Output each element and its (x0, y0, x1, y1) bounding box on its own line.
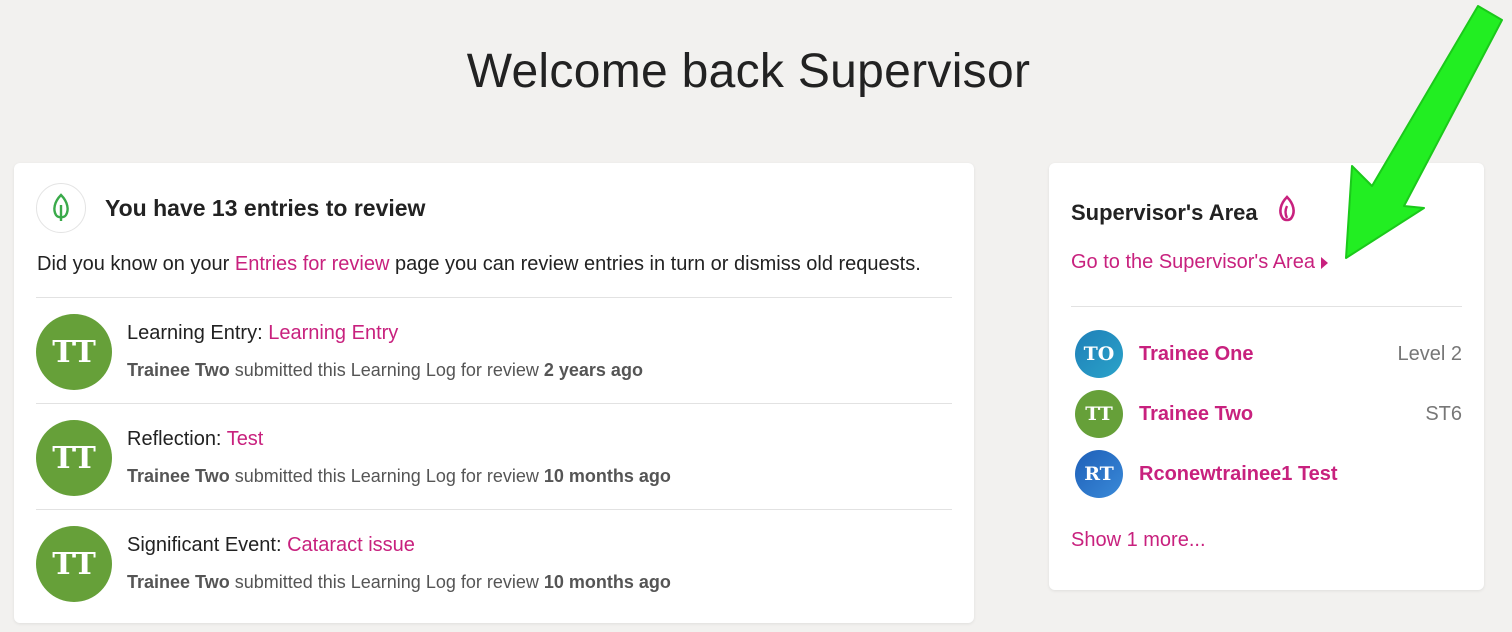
entry-meta: Trainee Two submitted this Learning Log … (127, 360, 643, 381)
hint-suffix: page you can review entries in turn or d… (389, 253, 921, 275)
entry-verb: submitted this Learning Log for review (229, 466, 544, 486)
avatar: TO (1075, 330, 1123, 378)
avatar: TT (36, 314, 112, 390)
trainee-row[interactable]: TT Trainee Two ST6 (1075, 390, 1462, 438)
supervisor-area-title: Supervisor's Area (1071, 199, 1258, 225)
entry-link[interactable]: Cataract issue (287, 534, 415, 556)
review-header: You have 13 entries to review (36, 183, 425, 233)
avatar: TT (36, 420, 112, 496)
divider (36, 403, 952, 404)
review-card: You have 13 entries to review Did you kn… (14, 163, 974, 623)
entry-type: Significant Event: (127, 534, 288, 556)
flame-icon (1276, 195, 1298, 230)
entry-author: Trainee Two (127, 466, 230, 486)
review-entry: TT Learning Entry: Learning Entry Traine… (36, 314, 952, 420)
entry-time: 10 months ago (543, 572, 671, 592)
entries-for-review-link[interactable]: Entries for review (235, 253, 390, 275)
divider (1071, 306, 1462, 307)
review-entry: TT Reflection: Test Trainee Two submitte… (36, 420, 952, 526)
review-heading: You have 13 entries to review (105, 194, 426, 221)
entry-verb: submitted this Learning Log for review (229, 360, 544, 380)
trainee-name[interactable]: Trainee Two (1139, 403, 1425, 426)
trainee-level: Level 2 (1397, 342, 1463, 365)
supervisor-area-card: Supervisor's Area Go to the Supervisor's… (1049, 163, 1484, 590)
review-hint: Did you know on your Entries for review … (37, 253, 921, 276)
trainee-name[interactable]: Trainee One (1139, 343, 1398, 366)
caret-right-icon (1320, 256, 1328, 269)
entry-link[interactable]: Test (227, 428, 264, 450)
entry-time: 10 months ago (543, 466, 671, 486)
entry-title: Reflection: Test (127, 428, 263, 451)
entry-title: Significant Event: Cataract issue (127, 534, 415, 557)
leaf-icon (36, 183, 86, 233)
avatar: TT (36, 526, 112, 602)
entry-author: Trainee Two (127, 572, 230, 592)
entry-meta: Trainee Two submitted this Learning Log … (127, 466, 671, 487)
trainee-row[interactable]: RT Rconewtrainee1 Test (1075, 450, 1462, 498)
divider (36, 509, 952, 510)
entry-type: Reflection: (127, 428, 227, 450)
go-to-supervisor-area-label: Go to the Supervisor's Area (1071, 251, 1315, 273)
avatar: RT (1075, 450, 1123, 498)
divider (36, 297, 952, 298)
page-title: Welcome back Supervisor (466, 45, 1031, 98)
trainee-level: ST6 (1425, 402, 1462, 425)
entry-meta: Trainee Two submitted this Learning Log … (127, 572, 671, 593)
entry-link[interactable]: Learning Entry (268, 322, 398, 344)
trainee-name[interactable]: Rconewtrainee1 Test (1139, 463, 1462, 486)
entry-time: 2 years ago (543, 360, 643, 380)
hint-prefix: Did you know on your (37, 253, 235, 275)
entry-type: Learning Entry: (127, 322, 269, 344)
review-entry: TT Significant Event: Cataract issue Tra… (36, 526, 952, 632)
supervisor-area-header: Supervisor's Area (1071, 195, 1298, 230)
entry-author: Trainee Two (127, 360, 230, 380)
entry-title: Learning Entry: Learning Entry (127, 322, 398, 345)
show-more-link[interactable]: Show 1 more... (1071, 529, 1206, 552)
go-to-supervisor-area-link[interactable]: Go to the Supervisor's Area (1071, 251, 1328, 274)
entry-verb: submitted this Learning Log for review (229, 572, 544, 592)
avatar: TT (1075, 390, 1123, 438)
trainee-row[interactable]: TO Trainee One Level 2 (1075, 330, 1462, 378)
